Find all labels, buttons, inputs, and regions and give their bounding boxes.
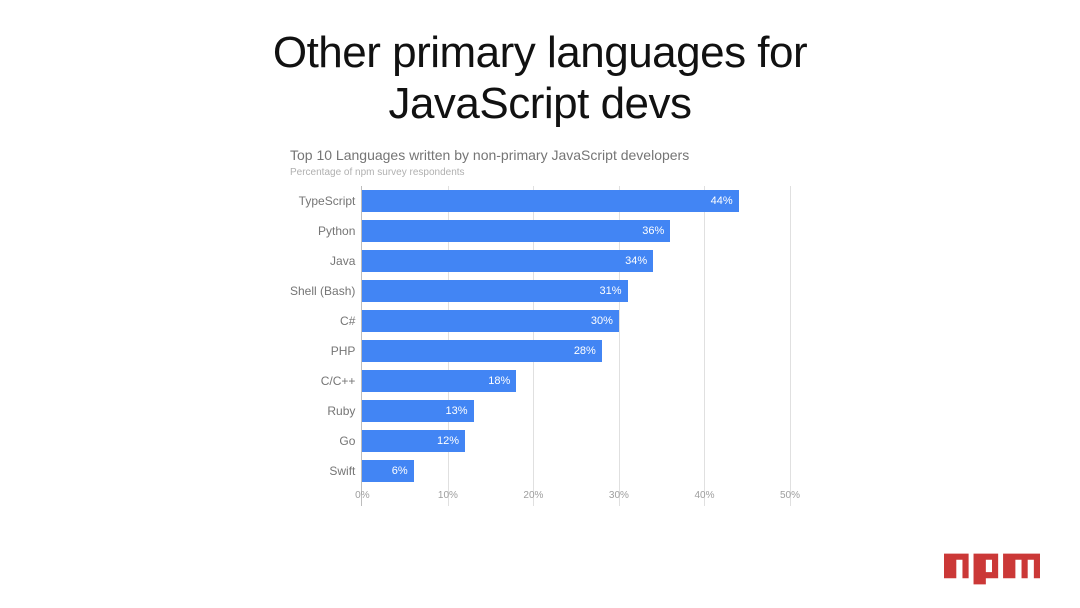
chart-bar: 44% — [362, 190, 738, 212]
chart-category-label: Python — [318, 216, 355, 246]
chart-plot: TypeScriptPythonJavaShell (Bash)C#PHPC/C… — [290, 186, 790, 506]
chart-subtitle: Percentage of npm survey respondents — [290, 167, 790, 178]
chart-bar-value: 36% — [642, 225, 670, 237]
chart-bar-value: 31% — [599, 285, 627, 297]
chart-category-label: PHP — [331, 336, 356, 366]
chart-bar: 34% — [362, 250, 653, 272]
slide-title: Other primary languages for JavaScript d… — [0, 0, 1080, 137]
chart-category-label: Go — [339, 426, 355, 456]
chart-bar-row: 31% — [362, 276, 790, 306]
chart-bar: 30% — [362, 310, 619, 332]
chart-x-axis: 0%10%20%30%40%50% — [362, 490, 790, 506]
chart-bars: 44% 36% 34% 31% 30% 28% 18% 13% 12% 6% — [362, 186, 790, 486]
chart-bar: 28% — [362, 340, 601, 362]
chart-category-label: Swift — [329, 456, 355, 486]
chart-x-tick: 20% — [523, 490, 543, 501]
chart-bar-row: 30% — [362, 306, 790, 336]
npm-logo-icon — [944, 550, 1040, 588]
chart-gridline — [790, 186, 791, 506]
chart-category-label: C# — [340, 306, 355, 336]
chart-x-tick: 0% — [355, 490, 369, 501]
chart-bar-row: 6% — [362, 456, 790, 486]
chart-bar-row: 36% — [362, 216, 790, 246]
chart-bar: 31% — [362, 280, 627, 302]
chart-category-label: C/C++ — [321, 366, 356, 396]
chart-bar-value: 6% — [392, 465, 414, 477]
chart-bar: 36% — [362, 220, 670, 242]
chart-container: Top 10 Languages written by non-primary … — [290, 147, 790, 506]
chart-bar-value: 30% — [591, 315, 619, 327]
chart-plot-area: 44%36%34%31%30%28%18%13%12%6% 0%10%20%30… — [361, 186, 790, 506]
chart-bar-row: 28% — [362, 336, 790, 366]
chart-bar-value: 18% — [488, 375, 516, 387]
chart-bar-value: 12% — [437, 435, 465, 447]
chart-title: Top 10 Languages written by non-primary … — [290, 147, 790, 163]
chart-category-label: TypeScript — [299, 186, 356, 216]
chart-bar-value: 34% — [625, 255, 653, 267]
chart-y-axis: TypeScriptPythonJavaShell (Bash)C#PHPC/C… — [290, 186, 361, 506]
chart-category-label: Shell (Bash) — [290, 276, 355, 306]
chart-x-tick: 40% — [694, 490, 714, 501]
chart-bar: 18% — [362, 370, 516, 392]
chart-bar: 12% — [362, 430, 465, 452]
chart-bar-row: 18% — [362, 366, 790, 396]
chart-bar: 6% — [362, 460, 413, 482]
chart-bar-value: 13% — [446, 405, 474, 417]
chart-category-label: Ruby — [327, 396, 355, 426]
chart-x-tick: 50% — [780, 490, 800, 501]
chart-bar: 13% — [362, 400, 473, 422]
chart-category-label: Java — [330, 246, 355, 276]
chart-bar-row: 44% — [362, 186, 790, 216]
slide-title-line2: JavaScript devs — [388, 79, 691, 128]
chart-x-tick: 10% — [438, 490, 458, 501]
npm-logo — [944, 550, 1040, 588]
chart-bar-value: 28% — [574, 345, 602, 357]
chart-bar-row: 34% — [362, 246, 790, 276]
slide-title-line1: Other primary languages for — [273, 28, 807, 77]
chart-bar-value: 44% — [711, 195, 739, 207]
chart-bar-row: 12% — [362, 426, 790, 456]
chart-bar-row: 13% — [362, 396, 790, 426]
chart-x-tick: 30% — [609, 490, 629, 501]
